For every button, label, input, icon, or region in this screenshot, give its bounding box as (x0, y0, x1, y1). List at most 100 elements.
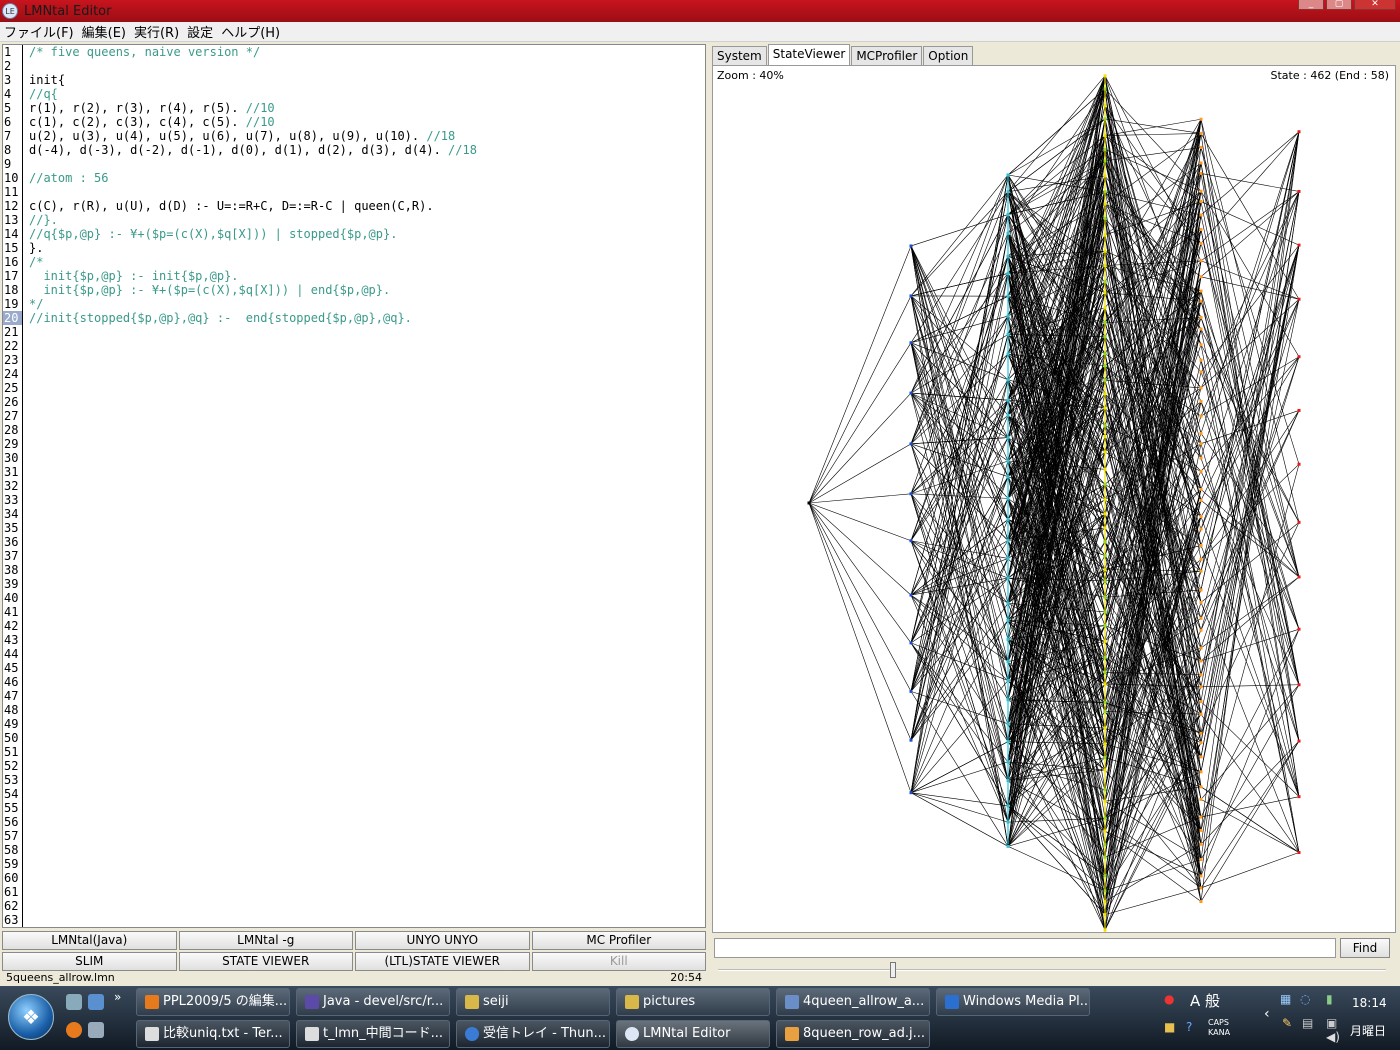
maximize-button[interactable]: ▢ (1326, 0, 1352, 10)
line-number: 24 (4, 367, 19, 381)
state-node (1199, 815, 1203, 819)
menu-file[interactable]: ファイル(F) (0, 22, 78, 41)
state-node (1199, 628, 1203, 632)
task-button[interactable]: 4queen_allrow_a... (776, 988, 930, 1016)
state-node (1199, 161, 1203, 165)
state-node (1199, 498, 1203, 502)
explorer-icon[interactable] (88, 1022, 104, 1038)
help-icon[interactable]: ? (1186, 1020, 1192, 1034)
task-button[interactable]: Java - devel/src/r... (296, 988, 450, 1016)
task-button[interactable]: Windows Media Pl... (936, 988, 1090, 1016)
task-button[interactable]: 比較uniq.txt - Ter... (136, 1020, 290, 1048)
volume-icon[interactable]: ◀) (1326, 1030, 1340, 1044)
balloon-icon[interactable]: ● (1164, 992, 1174, 1006)
clock-day[interactable]: 月曜日 (1350, 1022, 1386, 1039)
quicklaunch-chevron-icon[interactable]: » (114, 990, 121, 1004)
code-line: u(2), u(3), u(4), u(5), u(6), u(7), u(8)… (29, 129, 456, 143)
state-node (1199, 874, 1203, 878)
close-button[interactable]: ✕ (1354, 0, 1396, 10)
state-node (1297, 795, 1301, 799)
task-button[interactable]: t_lmn_中間コード... (296, 1020, 450, 1048)
network-icon[interactable]: ▦ (1280, 992, 1291, 1006)
line-number: 49 (4, 717, 19, 731)
graph-edge (1200, 299, 1300, 389)
state-node (1297, 683, 1301, 687)
line-number: 51 (4, 745, 19, 759)
slider-thumb[interactable] (890, 962, 896, 978)
task-button[interactable]: PPL2009/5 の編集... (136, 988, 290, 1016)
minimize-button[interactable]: _ (1298, 0, 1324, 10)
app-icon[interactable]: LE (2, 3, 18, 19)
state-graph[interactable] (713, 66, 1396, 933)
tab-stateviewer[interactable]: StateViewer (767, 44, 851, 65)
firefox-icon[interactable] (66, 1022, 82, 1038)
app-icon (625, 1027, 639, 1041)
task-button[interactable]: 受信トレイ - Thun... (456, 1020, 610, 1048)
state-viewer-button[interactable]: STATE VIEWER (178, 952, 353, 971)
state-node (1297, 189, 1301, 193)
ime-dictionary-icon[interactable]: ■ (1164, 1020, 1175, 1034)
state-node (909, 641, 913, 645)
state-node (1199, 358, 1203, 362)
menu-run[interactable]: 実行(R) (130, 22, 183, 41)
tray-expand-icon[interactable]: ‹ (1264, 1006, 1270, 1022)
firefox-icon (145, 995, 159, 1009)
switch-windows-icon[interactable] (88, 994, 104, 1010)
state-node (909, 244, 913, 248)
find-input[interactable] (714, 938, 1336, 958)
start-button[interactable]: ❖ (8, 994, 54, 1040)
slim-button[interactable]: SLIM (2, 952, 177, 971)
line-number: 54 (4, 787, 19, 801)
code-area[interactable]: /* five queens, naive version */init{//q… (29, 45, 705, 325)
ltl-state-viewer-button[interactable]: (LTL)STATE VIEWER (355, 952, 530, 971)
lmntal-java-button[interactable]: LMNtal(Java) (2, 931, 177, 950)
tool-icon[interactable]: ✎ (1282, 1016, 1292, 1030)
mc-profiler-button[interactable]: MC Profiler (531, 931, 706, 950)
task-button[interactable]: pictures (616, 988, 770, 1016)
state-node (1297, 520, 1301, 524)
line-number: 29 (4, 437, 19, 451)
state-node (1297, 355, 1301, 359)
line-number: 28 (4, 423, 19, 437)
line-number: 27 (4, 409, 19, 423)
thunderbird-icon (465, 1027, 479, 1041)
monitor-icon[interactable]: ▣ (1326, 1016, 1337, 1030)
line-number: 43 (4, 633, 19, 647)
sync-icon[interactable]: ◌ (1300, 992, 1310, 1006)
code-line: //init{stopped{$p,@p},@q} :- end{stopped… (29, 311, 412, 325)
graph-edge (1200, 401, 1300, 742)
graph-edge (910, 399, 1009, 541)
code-line: init{$p,@p} :- init{$p,@p}. (29, 269, 239, 283)
graph-edge (1200, 799, 1300, 853)
find-button[interactable]: Find (1340, 938, 1390, 958)
state-node (1199, 797, 1203, 801)
line-number: 11 (4, 185, 19, 199)
menu-edit[interactable]: 編集(E) (78, 22, 130, 41)
task-button[interactable]: seiji (456, 988, 610, 1016)
code-line: init{ (29, 73, 66, 87)
eclipse-icon (305, 995, 319, 1009)
graph-edge (910, 792, 1009, 807)
ime-mode[interactable]: A 般 (1190, 990, 1220, 1011)
tab-mcprofiler[interactable]: MCProfiler (851, 46, 923, 65)
lmntal-g-button[interactable]: LMNtal -g (178, 931, 353, 950)
code-line: r(1), r(2), r(3), r(4), r(5). //10 (29, 101, 275, 115)
state-node (1199, 600, 1203, 604)
menu-help[interactable]: ヘルプ(H) (217, 22, 284, 41)
task-button[interactable]: 8queen_row_ad.j... (776, 1020, 930, 1048)
unyo-unyo-button[interactable]: UNYO UNYO (355, 931, 530, 950)
state-node (1199, 343, 1203, 347)
code-editor[interactable]: 1 2 3 4 5 6 7 8 9 10 11 12 13 14 15 16 17 18 19 20 21 22 23 24 2… (2, 44, 706, 928)
line-number: 52 (4, 759, 19, 773)
state-node (909, 689, 913, 693)
depth-slider[interactable] (718, 961, 1386, 979)
task-button-active[interactable]: LMNtal Editor (616, 1020, 770, 1048)
battery-icon[interactable]: ▮ (1326, 992, 1333, 1006)
state-viewer-canvas[interactable]: Zoom : 40% State : 462 (End : 58) (712, 65, 1396, 933)
show-desktop-icon[interactable] (66, 994, 82, 1010)
clock-time[interactable]: 18:14 (1352, 996, 1387, 1010)
device-icon[interactable]: ▤ (1302, 1016, 1313, 1030)
tab-option[interactable]: Option (923, 46, 974, 65)
tab-system[interactable]: System (712, 46, 767, 65)
menu-settings[interactable]: 設定 (183, 22, 217, 41)
